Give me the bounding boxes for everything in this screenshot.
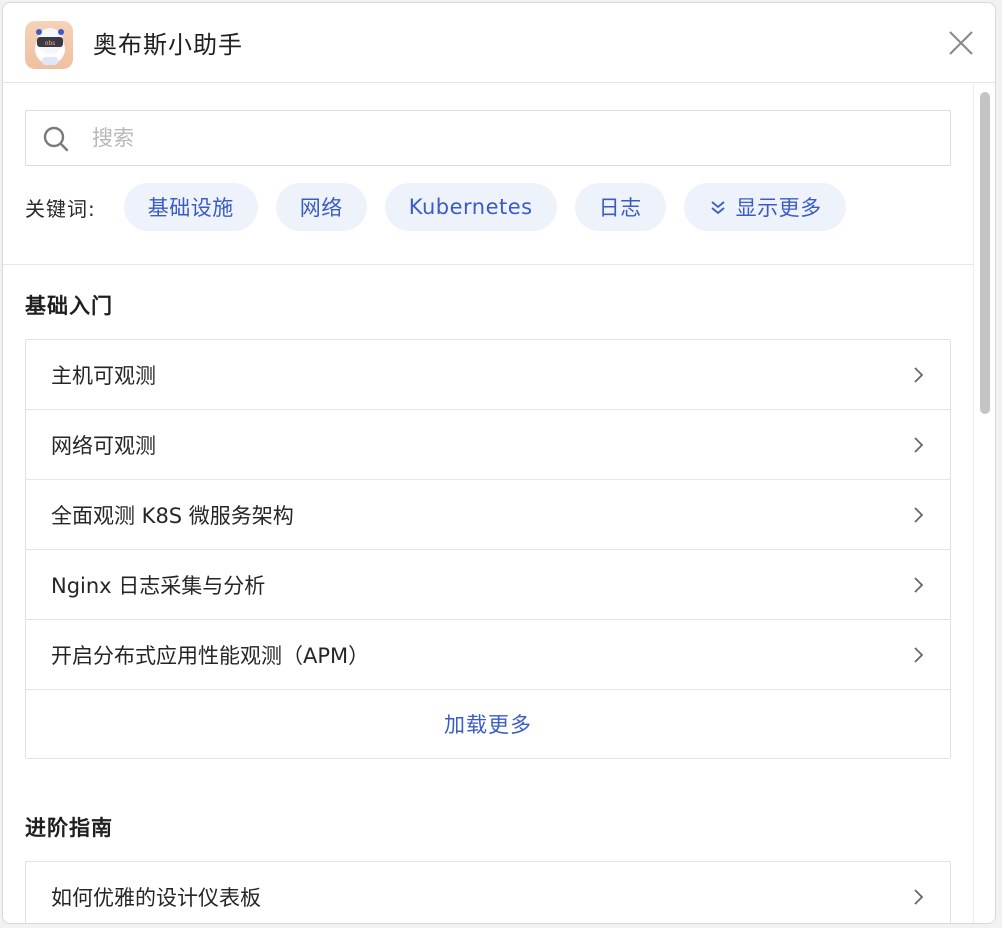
list-item-label: Nginx 日志采集与分析 xyxy=(51,573,266,598)
list-item[interactable]: 如何优雅的设计仪表板 xyxy=(26,862,950,923)
assistant-window: obs 奥布斯小助手 关键词: xyxy=(2,2,996,924)
show-more-button[interactable]: 显示更多 xyxy=(683,183,846,231)
section-title-advanced: 进阶指南 xyxy=(25,816,113,840)
section-title-basics: 基础入门 xyxy=(25,294,113,318)
chip-label: 基础设施 xyxy=(147,196,234,220)
chevron-right-icon xyxy=(912,436,924,454)
chevron-right-icon xyxy=(912,366,924,384)
chip-label: 网络 xyxy=(299,196,343,220)
close-icon[interactable] xyxy=(947,29,975,57)
keyword-chip-infrastructure[interactable]: 基础设施 xyxy=(123,183,258,231)
keyword-bar: 关键词: 基础设施 网络 Kubernetes 日志 显示更多 xyxy=(25,182,864,232)
load-more-button[interactable]: 加载更多 xyxy=(26,690,950,758)
advanced-list: 如何优雅的设计仪表板 xyxy=(25,861,951,923)
scrollbar[interactable] xyxy=(973,84,995,923)
show-more-label: 显示更多 xyxy=(735,196,822,220)
scrollbar-thumb[interactable] xyxy=(980,92,990,414)
keyword-chip-logs[interactable]: 日志 xyxy=(574,183,666,231)
list-item-label: 全面观测 K8S 微服务架构 xyxy=(51,503,294,528)
chip-label: Kubernetes xyxy=(408,195,533,219)
keyword-chip-kubernetes[interactable]: Kubernetes xyxy=(384,183,557,231)
chevron-right-icon xyxy=(912,506,924,524)
robot-assistant-icon: obs xyxy=(25,21,73,69)
svg-text:obs: obs xyxy=(45,40,56,47)
list-item[interactable]: 网络可观测 xyxy=(26,410,950,480)
list-item[interactable]: 开启分布式应用性能观测（APM） xyxy=(26,620,950,690)
keyword-chip-network[interactable]: 网络 xyxy=(275,183,367,231)
keywords-label: 关键词: xyxy=(25,196,96,221)
search-icon xyxy=(42,125,70,153)
list-item-label: 主机可观测 xyxy=(51,363,156,388)
app-title: 奥布斯小助手 xyxy=(93,31,243,59)
divider xyxy=(3,264,973,265)
search-box[interactable] xyxy=(25,110,951,166)
list-item[interactable]: 全面观测 K8S 微服务架构 xyxy=(26,480,950,550)
search-input[interactable] xyxy=(90,119,930,157)
basics-list: 主机可观测 网络可观测 全面观测 K8S 微服务架构 Nginx 日志采集与分析 xyxy=(25,339,951,759)
list-item[interactable]: Nginx 日志采集与分析 xyxy=(26,550,950,620)
chip-label: 日志 xyxy=(598,196,642,220)
list-item-label: 网络可观测 xyxy=(51,433,156,458)
chevron-right-icon xyxy=(912,888,924,906)
double-chevron-down-icon xyxy=(708,197,728,217)
list-item[interactable]: 主机可观测 xyxy=(26,340,950,410)
list-item-label: 开启分布式应用性能观测（APM） xyxy=(51,643,370,668)
list-item-label: 如何优雅的设计仪表板 xyxy=(51,886,261,910)
chevron-right-icon xyxy=(912,646,924,664)
window-header: obs 奥布斯小助手 xyxy=(3,3,995,83)
content-area: 关键词: 基础设施 网络 Kubernetes 日志 显示更多 xyxy=(3,84,973,923)
chevron-right-icon xyxy=(912,576,924,594)
